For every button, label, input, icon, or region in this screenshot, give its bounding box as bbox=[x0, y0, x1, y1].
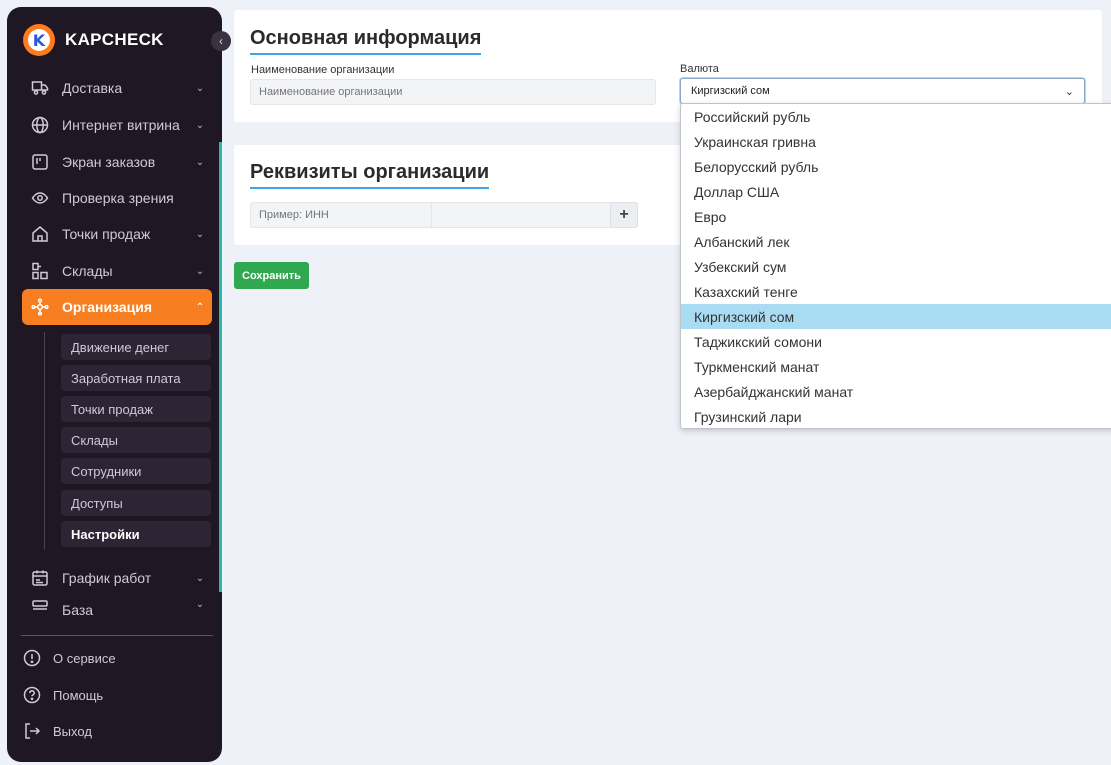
currency-option[interactable]: Казахский тенге bbox=[681, 279, 1111, 304]
currency-option[interactable]: Туркменский манат bbox=[681, 354, 1111, 379]
requisites-title: Реквизиты организации bbox=[250, 161, 490, 189]
title-underline bbox=[250, 187, 490, 189]
chevron-down-icon: ⌄ bbox=[195, 119, 205, 131]
submenu-item-access[interactable]: Доступы bbox=[61, 490, 211, 516]
footer-label: Выход bbox=[53, 723, 92, 739]
eye-icon bbox=[22, 189, 58, 207]
info-icon bbox=[21, 649, 43, 667]
kanban-icon bbox=[22, 153, 58, 171]
chevron-down-icon: ⌄ bbox=[195, 228, 205, 240]
chevron-down-icon: ⌄ bbox=[1064, 85, 1074, 98]
sidebar-item-sales-points[interactable]: Точки продаж ⌄ bbox=[22, 216, 212, 252]
help-icon bbox=[21, 686, 43, 704]
sidebar-collapse-button[interactable]: ‹ bbox=[211, 31, 231, 51]
sidebar-item-schedule[interactable]: График работ ⌄ bbox=[22, 560, 212, 596]
sidebar-item-vision-check[interactable]: Проверка зрения bbox=[22, 180, 212, 216]
submenu-item-sales-points[interactable]: Точки продаж bbox=[61, 396, 211, 422]
sidebar-item-label: Доставка bbox=[62, 80, 123, 96]
save-button[interactable]: Сохранить bbox=[234, 262, 309, 289]
database-icon bbox=[22, 597, 58, 617]
title-underline bbox=[250, 53, 482, 55]
brand-logo-letter: K bbox=[28, 29, 50, 51]
submenu-item-money-flow[interactable]: Движение денег bbox=[61, 334, 211, 360]
submenu-item-salary[interactable]: Заработная плата bbox=[61, 365, 211, 391]
chevron-down-icon: ⌄ bbox=[195, 156, 205, 168]
currency-option[interactable]: Украинская гривна bbox=[681, 129, 1111, 154]
sidebar-item-label: Экран заказов bbox=[62, 154, 156, 170]
boxes-icon bbox=[22, 262, 58, 280]
sidebar-item-order-screen[interactable]: Экран заказов ⌄ bbox=[22, 144, 212, 180]
organization-icon bbox=[22, 298, 58, 316]
currency-option[interactable]: Киргизский сом bbox=[681, 304, 1111, 329]
truck-icon bbox=[22, 79, 58, 97]
sidebar-item-delivery[interactable]: Доставка ⌄ bbox=[22, 70, 212, 106]
requisite-value-input[interactable] bbox=[431, 202, 611, 228]
home-icon bbox=[22, 225, 58, 243]
requisites-title-text: Реквизиты организации bbox=[250, 161, 490, 183]
currency-option[interactable]: Албанский лек bbox=[681, 229, 1111, 254]
currency-option[interactable]: Белорусский рубль bbox=[681, 154, 1111, 179]
currency-option[interactable]: Таджикский сомони bbox=[681, 329, 1111, 354]
sidebar-item-label: Интернет витрина bbox=[62, 117, 180, 133]
main-info-title-text: Основная информация bbox=[250, 27, 482, 49]
sidebar-footer-logout[interactable]: Выход bbox=[21, 718, 92, 744]
chevron-down-icon: ⌄ bbox=[195, 599, 205, 610]
requisite-name-input[interactable] bbox=[250, 202, 432, 228]
chevron-up-icon: ⌃ bbox=[195, 301, 205, 313]
currency-option[interactable]: Грузинский лари bbox=[681, 404, 1111, 428]
globe-icon bbox=[22, 116, 58, 134]
logout-icon bbox=[21, 722, 43, 740]
chevron-down-icon: ⌄ bbox=[195, 265, 205, 277]
footer-label: О сервисе bbox=[53, 650, 116, 666]
currency-option[interactable]: Доллар США bbox=[681, 179, 1111, 204]
brand-name: KAPCHECK bbox=[65, 30, 164, 49]
chevron-down-icon: ⌄ bbox=[195, 572, 205, 584]
sidebar-footer-help[interactable]: Помощь bbox=[21, 682, 103, 708]
brand-logo-icon: K bbox=[23, 24, 55, 56]
sidebar-item-label: Точки продаж bbox=[62, 226, 151, 242]
plus-icon: + bbox=[619, 206, 629, 223]
currency-option[interactable]: Узбекский сум bbox=[681, 254, 1111, 279]
submenu-item-settings[interactable]: Настройки bbox=[61, 521, 211, 547]
sidebar: K KAPCHECK Доставка ⌄ Интернет витрина ⌄… bbox=[7, 7, 222, 762]
sidebar-item-label: База bbox=[62, 602, 94, 618]
currency-option[interactable]: Евро bbox=[681, 204, 1111, 229]
sidebar-item-label: График работ bbox=[62, 570, 152, 586]
currency-label: Валюта bbox=[680, 63, 719, 75]
main-info-title: Основная информация bbox=[250, 27, 482, 55]
currency-select[interactable]: Киргизский сом ⌄ bbox=[680, 78, 1085, 104]
footer-label: Помощь bbox=[53, 687, 104, 703]
sidebar-footer-about[interactable]: О сервисе bbox=[21, 645, 116, 671]
brand[interactable]: K KAPCHECK bbox=[23, 24, 164, 56]
currency-select-value: Киргизский сом bbox=[691, 85, 770, 97]
sidebar-item-label: Проверка зрения bbox=[62, 190, 174, 206]
sidebar-item-database[interactable]: База ⌄ bbox=[22, 597, 212, 623]
sidebar-divider bbox=[21, 635, 213, 636]
currency-option[interactable]: Азербайджанский манат bbox=[681, 379, 1111, 404]
sidebar-item-storefront[interactable]: Интернет витрина ⌄ bbox=[22, 107, 212, 143]
sidebar-item-warehouses[interactable]: Склады ⌄ bbox=[22, 253, 212, 289]
chevron-left-icon: ‹ bbox=[219, 34, 223, 48]
submenu-item-employees[interactable]: Сотрудники bbox=[61, 458, 211, 484]
chevron-down-icon: ⌄ bbox=[195, 82, 205, 94]
currency-option[interactable]: Российский рубль bbox=[681, 104, 1111, 129]
calendar-icon bbox=[22, 569, 58, 587]
add-requisite-button[interactable]: + bbox=[610, 202, 638, 228]
sidebar-item-label: Организация bbox=[62, 299, 153, 315]
currency-dropdown-list[interactable]: Российский рубль Украинская гривна Белорус… bbox=[680, 103, 1111, 429]
sidebar-item-label: Склады bbox=[62, 263, 113, 279]
submenu-guide-line bbox=[44, 332, 45, 550]
sidebar-item-organization[interactable]: Организация ⌃ bbox=[22, 289, 212, 325]
sidebar-scrollbar[interactable] bbox=[219, 142, 222, 592]
org-name-input[interactable] bbox=[250, 79, 656, 105]
org-name-label: Наименование организации bbox=[251, 64, 395, 76]
submenu-item-warehouses[interactable]: Склады bbox=[61, 427, 211, 453]
